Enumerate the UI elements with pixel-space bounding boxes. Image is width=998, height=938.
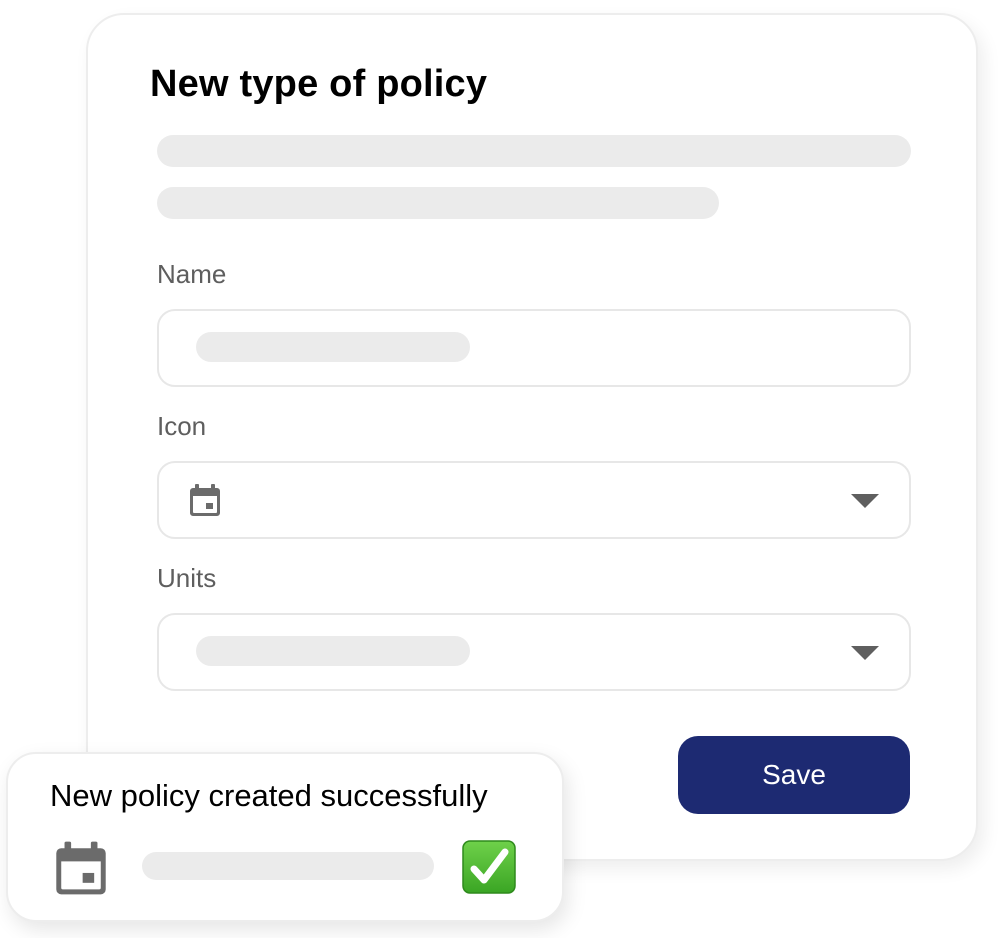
units-select[interactable] [157,613,911,691]
chevron-down-icon[interactable] [851,494,879,508]
new-policy-dialog: New type of policy Name Icon Units Save [86,13,978,861]
name-label: Name [157,259,227,289]
icon-label: Icon [157,411,207,441]
name-input[interactable] [157,309,911,387]
check-mark-icon [462,840,516,894]
toast-message: New policy created successfully [50,778,488,813]
units-value-placeholder [196,636,470,666]
name-value-placeholder [196,332,470,362]
description-placeholder-line [157,135,911,167]
chevron-down-icon[interactable] [851,646,879,660]
calendar-icon [54,840,108,896]
description-placeholder-line [157,187,719,219]
calendar-icon [189,483,221,517]
save-button[interactable]: Save [678,736,910,814]
success-toast: New policy created successfully [6,752,564,922]
dialog-title: New type of policy [150,63,488,105]
icon-select[interactable] [157,461,911,539]
units-label: Units [157,563,217,593]
toast-detail-placeholder [142,852,434,880]
